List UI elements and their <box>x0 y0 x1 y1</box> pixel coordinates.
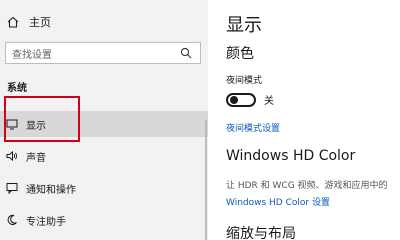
monitor-icon <box>6 118 18 130</box>
sidebar-scrollbar[interactable] <box>205 120 207 240</box>
page-title: 显示 <box>226 15 262 36</box>
section-label: 系统 <box>7 83 27 94</box>
home-icon <box>7 16 19 28</box>
nav-home-label: 主页 <box>29 16 51 29</box>
moon-icon <box>6 214 18 226</box>
nav-home[interactable]: 主页 <box>0 12 208 32</box>
scale-layout-heading: 缩放与布局 <box>226 226 296 240</box>
notification-icon <box>6 182 18 194</box>
sidebar-item-label: 专注助手 <box>26 216 66 228</box>
sidebar-item-label: 声音 <box>26 152 46 164</box>
search-box[interactable]: 查找设置 <box>5 42 201 64</box>
night-mode-settings-link[interactable]: 夜间模式设置 <box>226 121 280 134</box>
hdr-description: 让 HDR 和 WCG 视频、游戏和应用中的 <box>226 181 388 191</box>
sidebar-item-notifications[interactable]: 通知和操作 <box>0 175 208 201</box>
sidebar-item-label: 显示 <box>26 120 46 132</box>
search-icon[interactable] <box>180 47 192 59</box>
sidebar-item-focus-assist[interactable]: 专注助手 <box>0 207 208 233</box>
hdr-heading: Windows HD Color <box>226 148 356 164</box>
color-heading: 颜色 <box>226 46 254 62</box>
night-mode-state: 关 <box>264 96 274 107</box>
toggle-knob <box>230 95 238 104</box>
sidebar-item-label: 通知和操作 <box>26 184 76 196</box>
sidebar-item-sound[interactable]: 声音 <box>0 143 208 169</box>
display-settings-pane: 显示 颜色 夜间模式 关 夜间模式设置 Windows HD Color 让 H… <box>208 0 400 240</box>
night-mode-toggle-row: 关 <box>226 92 274 107</box>
speaker-icon <box>6 150 18 162</box>
search-input[interactable]: 查找设置 <box>12 46 180 61</box>
hdr-settings-link[interactable]: Windows HD Color 设置 <box>226 195 330 208</box>
settings-sidebar: 主页 查找设置 系统 显示 声音 通知和操作 专注助手 <box>0 0 208 240</box>
night-mode-label: 夜间模式 <box>226 76 263 86</box>
sidebar-item-display[interactable]: 显示 <box>0 111 208 137</box>
night-mode-toggle[interactable] <box>226 92 256 107</box>
